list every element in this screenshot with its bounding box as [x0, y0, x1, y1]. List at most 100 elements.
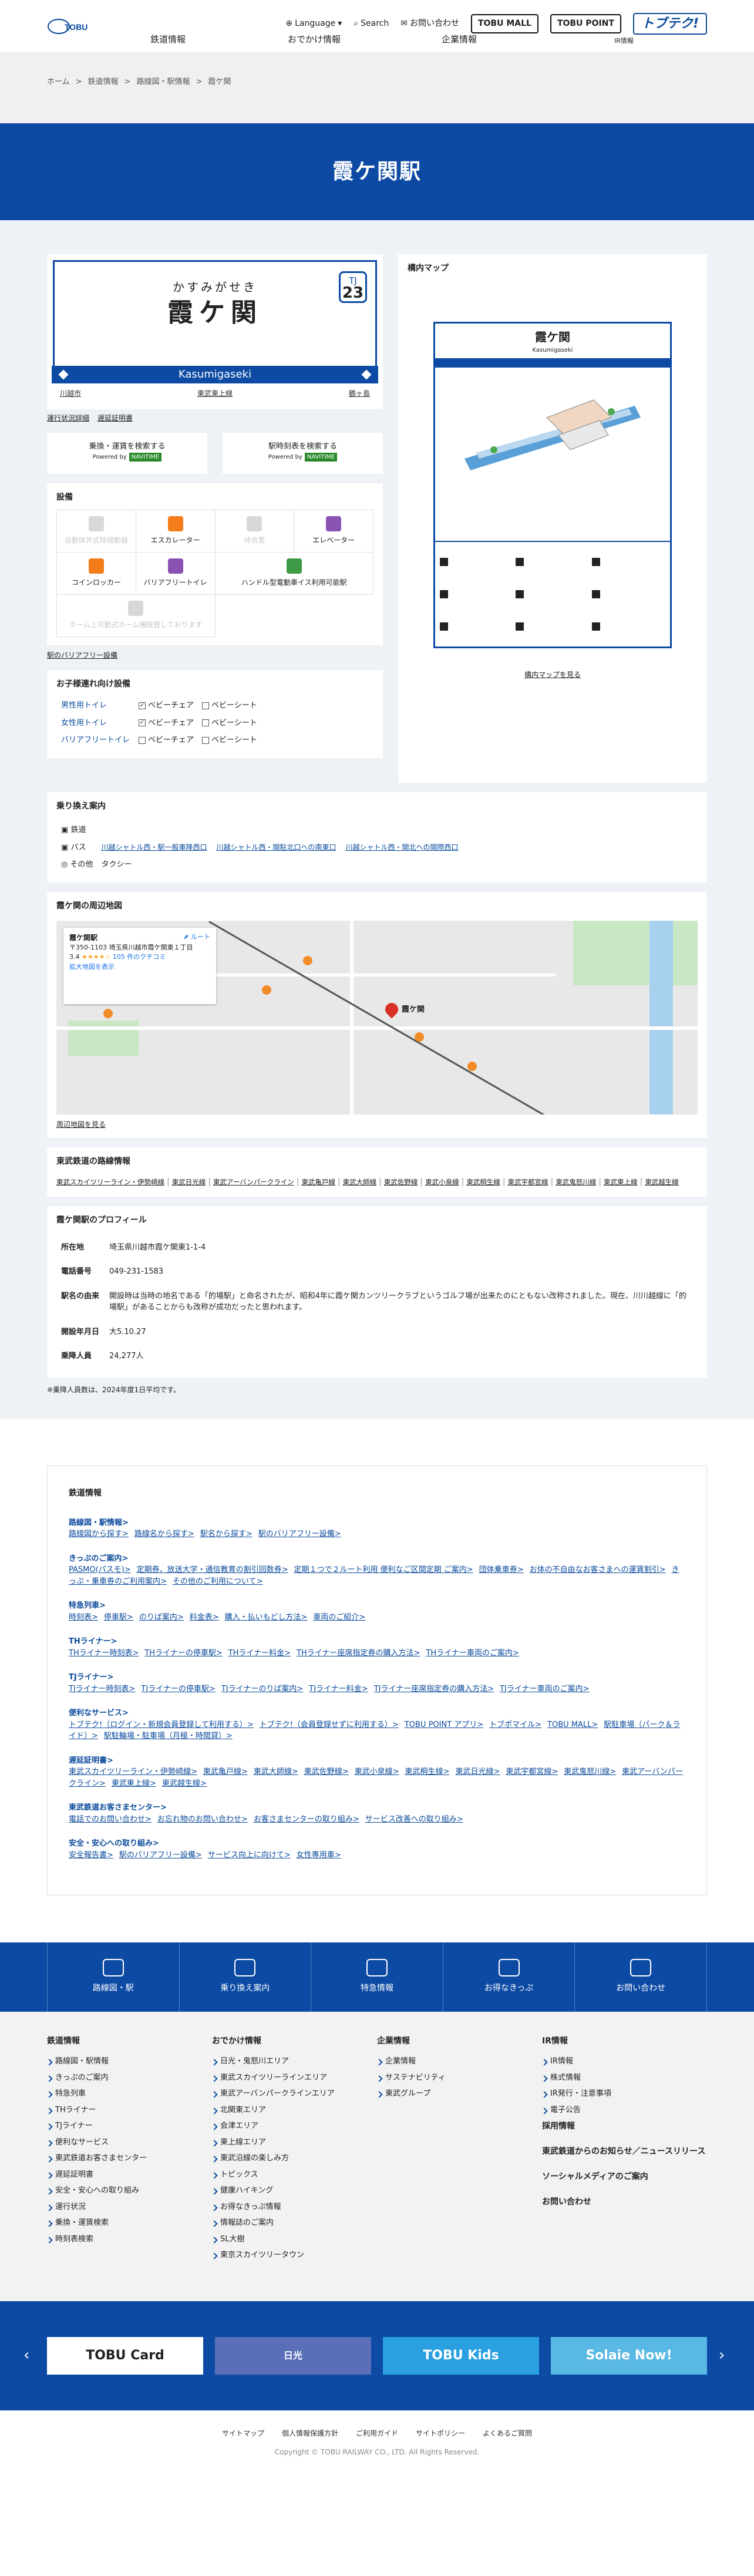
sitemap-group-title[interactable]: THライナー>	[69, 1636, 685, 1648]
barrier-free-link[interactable]: 駅のバリアフリー設備	[47, 650, 383, 661]
footer-link[interactable]: 便利なサービス	[47, 2137, 212, 2149]
footer-privacy-link[interactable]: 個人情報保護方針	[282, 2428, 338, 2439]
footer-link[interactable]: 東武グループ	[377, 2088, 542, 2100]
sitemap-link[interactable]: TOBU POINT アプリ>	[405, 1720, 483, 1729]
footer-link[interactable]: THライナー	[47, 2104, 212, 2116]
sitemap-link[interactable]: 購入・払いもどし方法>	[225, 1613, 308, 1622]
footer-link[interactable]: きっぷのご案内	[47, 2072, 212, 2084]
sitemap-link[interactable]: TJライナー料金>	[309, 1685, 368, 1693]
breadcrumb-routemap[interactable]: 路線図・駅情報	[136, 76, 190, 100]
sitemap-group-title[interactable]: 特急列車>	[69, 1600, 685, 1612]
tobu-logo[interactable]: TOBU	[47, 15, 100, 38]
sitemap-link[interactable]: PASMO(パスモ)>	[69, 1565, 131, 1574]
sitemap-link[interactable]: THライナー料金>	[228, 1649, 291, 1658]
banner-tobukids[interactable]: TOBU Kids	[383, 2336, 539, 2375]
sitemap-link[interactable]: 団体乗車券>	[479, 1565, 524, 1574]
sitemap-link[interactable]: THライナー車両のご案内>	[426, 1649, 519, 1658]
operation-status-link[interactable]: 運行状況詳細	[47, 413, 89, 423]
sitemap-group-title[interactable]: 便利なサービス>	[69, 1708, 685, 1719]
footer-link[interactable]: TJライナー	[47, 2120, 212, 2132]
footer-link[interactable]: 特急列車	[47, 2088, 212, 2100]
sitemap-group-title[interactable]: 路線図・駅情報>	[69, 1517, 685, 1529]
sitemap-link[interactable]: 東武日光線>	[455, 1767, 500, 1776]
sitemap-link[interactable]: 東武宇都宮線>	[506, 1767, 558, 1776]
sitemap-link[interactable]: お客さまセンターの取り組み>	[254, 1815, 359, 1824]
footer-guide-link[interactable]: ご利用ガイド	[356, 2428, 398, 2439]
contact-link[interactable]: ✉ お問い合わせ	[400, 18, 459, 30]
search-link[interactable]: ⌕ Search	[354, 18, 389, 30]
footer-link[interactable]: 会津エリア	[212, 2120, 377, 2132]
footer-column-title[interactable]: IR情報	[542, 2035, 707, 2048]
nav-railway[interactable]: 鉄道情報	[150, 33, 186, 46]
sitemap-link[interactable]: TJライナー時刻表>	[69, 1685, 135, 1693]
sitemap-link[interactable]: TJライナー車両のご案内>	[500, 1685, 589, 1693]
sitemap-link[interactable]: 東武佐野線>	[304, 1767, 349, 1776]
footer-extra-link[interactable]: 東武鉄道からのお知らせ／ニュースリリース	[542, 2146, 707, 2158]
footer-link[interactable]: 電子公告	[542, 2104, 707, 2116]
breadcrumb-home[interactable]: ホーム	[47, 76, 70, 100]
line-link[interactable]: 東武スカイツリーライン・伊勢崎線	[56, 1178, 164, 1186]
sitemap-link[interactable]: 電話でのお問い合わせ>	[69, 1815, 152, 1824]
next-arrow-icon[interactable]: ›	[719, 2344, 731, 2367]
banner-nikko[interactable]: 日光	[215, 2336, 371, 2375]
sitemap-link[interactable]: お体の不自由なお客さまへの運賃割引>	[530, 1565, 666, 1574]
line-link[interactable]: 東武東上線	[197, 388, 233, 399]
line-link[interactable]: 東武亀戸線	[301, 1178, 335, 1186]
line-link[interactable]: 東武鬼怒川線	[556, 1178, 596, 1186]
bottom-nav-transfer[interactable]: 乗り換え案内	[180, 1942, 312, 2012]
prev-station-link[interactable]: 川越市	[60, 388, 81, 399]
sitemap-link[interactable]: 定期券、放送大学・通信教育の割引回数券>	[137, 1565, 288, 1574]
banner-solaie[interactable]: Solaie Now!	[551, 2336, 707, 2375]
line-link[interactable]: 東武小泉線	[425, 1178, 459, 1186]
footer-extra-link[interactable]: お問い合わせ	[542, 2196, 707, 2208]
footer-link[interactable]: 日光・鬼怒川エリア	[212, 2056, 377, 2067]
line-link[interactable]: 東武越生線	[645, 1178, 679, 1186]
sitemap-link[interactable]: 駅のバリアフリー設備>	[119, 1851, 202, 1860]
sitemap-link[interactable]: TJライナーの停車駅>	[141, 1685, 215, 1693]
language-link[interactable]: ⊕ Language ▾	[285, 18, 342, 30]
footer-link[interactable]: 路線図・駅情報	[47, 2056, 212, 2067]
footer-column-title[interactable]: 企業情報	[377, 2035, 542, 2048]
line-link[interactable]: 東武東上線	[604, 1178, 638, 1186]
footer-link[interactable]: 東武鉄道お客さまセンター	[47, 2153, 212, 2164]
sitemap-link[interactable]: 東武東上線>	[112, 1779, 156, 1788]
sitemap-link[interactable]: 停車駅>	[104, 1613, 133, 1622]
transfer-search-button[interactable]: 乗換・運賃を検索する Powered by NAVITIME	[47, 433, 207, 474]
footer-link[interactable]: お得なきっぷ情報	[212, 2201, 377, 2213]
sitemap-group-title[interactable]: 遅延証明書>	[69, 1755, 685, 1767]
timetable-search-button[interactable]: 駅時刻表を検索する Powered by NAVITIME	[223, 433, 383, 474]
footer-link[interactable]: 東武沿線の楽しみ方	[212, 2153, 377, 2164]
sitemap-link[interactable]: トブテク!（ログイン・新規会員登録して利用する）>	[69, 1720, 254, 1729]
footer-link[interactable]: 北関東エリア	[212, 2104, 377, 2116]
footer-link[interactable]: SL大樹	[212, 2234, 377, 2245]
footer-link[interactable]: 企業情報	[377, 2056, 542, 2067]
map-larger-link[interactable]: 拡大地図を表示	[69, 962, 210, 972]
footer-link[interactable]: 運行状況	[47, 2201, 212, 2213]
breadcrumb-railway[interactable]: 鉄道情報	[88, 76, 119, 100]
sitemap-link[interactable]: 駅のバリアフリー設備>	[258, 1530, 341, 1538]
sitemap-link[interactable]: トブテク!（会員登録せずに利用する）>	[260, 1720, 399, 1729]
sitemap-link[interactable]: 東武桐生線>	[405, 1767, 450, 1776]
nav-company[interactable]: 企業情報	[442, 33, 477, 46]
bus-link[interactable]: 川越シャトル西・関北への関際西口	[346, 843, 459, 851]
bottom-nav-express[interactable]: 特急情報	[311, 1942, 443, 2012]
area-map-link[interactable]: 周辺地図を見る	[56, 1119, 698, 1130]
sitemap-link[interactable]: 料金表>	[190, 1613, 219, 1622]
footer-extra-link[interactable]: 採用情報	[542, 2120, 707, 2133]
sitemap-link[interactable]: お忘れ物のお問い合わせ>	[157, 1815, 248, 1824]
footer-link[interactable]: IR発行・注意事項	[542, 2088, 707, 2100]
footer-faq-link[interactable]: よくあるご質問	[483, 2428, 532, 2439]
sitemap-link[interactable]: その他のご利用について>	[173, 1577, 263, 1586]
footer-link[interactable]: 東京スカイツリータウン	[212, 2250, 377, 2261]
bus-link[interactable]: 川越シャトル西・駅一般車降西口	[102, 843, 207, 851]
footer-link[interactable]: サステナビリティ	[377, 2072, 542, 2084]
sitemap-link[interactable]: TJライナー座席指定券の購入方法>	[374, 1685, 494, 1693]
line-link[interactable]: 東武アーバンパークライン	[213, 1178, 294, 1186]
bus-link[interactable]: 川越シャトル西・関駐北口への南東口	[217, 843, 336, 851]
footer-link[interactable]: トピックス	[212, 2169, 377, 2181]
footer-link[interactable]: 東上線エリア	[212, 2137, 377, 2149]
footer-link[interactable]: 乗換・運賃検索	[47, 2217, 212, 2229]
line-link[interactable]: 東武佐野線	[384, 1178, 418, 1186]
sitemap-link[interactable]: 路線図から探す>	[69, 1530, 129, 1538]
sitemap-link[interactable]: 駅駐輪場・駐車場（月極・時間貸）>	[104, 1732, 233, 1740]
